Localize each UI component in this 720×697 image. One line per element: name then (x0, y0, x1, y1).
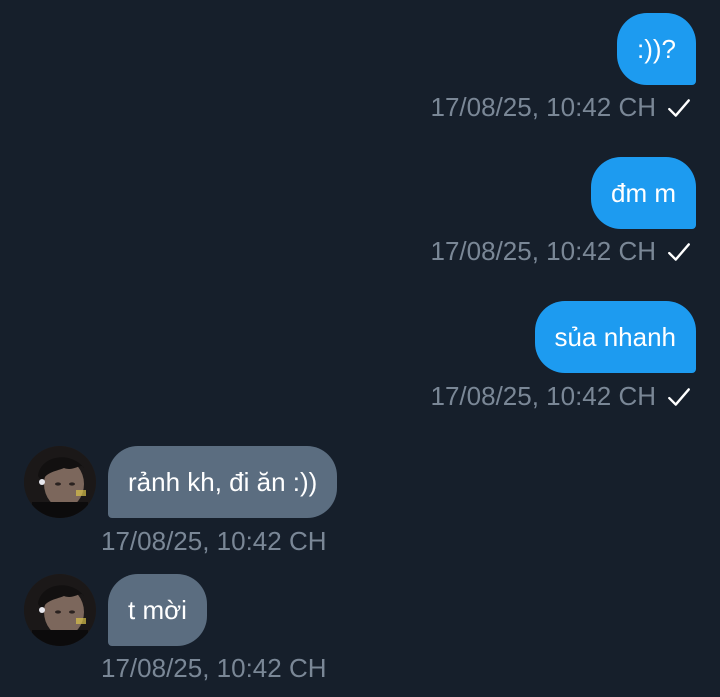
message-text: :))? (637, 33, 676, 64)
avatar-photo (24, 574, 96, 646)
check-icon (668, 242, 690, 261)
message-meta: 17/08/25, 10:42 CH (431, 236, 693, 267)
message-timestamp: 17/08/25, 10:42 CH (430, 381, 657, 411)
message-timestamp: 17/08/25, 10:42 CH (430, 236, 657, 266)
avatar-photo (24, 446, 96, 518)
user-avatar[interactable] (24, 574, 96, 646)
message-thread: :))? 17/08/25, 10:42 CH đm m 17/08/25, 1… (0, 0, 720, 697)
message-text: t mời (128, 594, 187, 625)
message-timestamp: 17/08/25, 10:42 CH (430, 92, 657, 122)
message-text: rảnh kh, đi ăn :)) (128, 466, 318, 497)
message-bubble-outgoing[interactable]: sủa nhanh (534, 301, 696, 373)
message-bubble-outgoing[interactable]: :))? (617, 13, 696, 85)
user-avatar[interactable] (24, 446, 96, 518)
message-bubble-outgoing[interactable]: đm m (591, 157, 696, 229)
message-bubble-incoming[interactable]: rảnh kh, đi ăn :)) (108, 446, 338, 518)
message-text: sủa nhanh (554, 321, 676, 352)
check-icon (668, 98, 690, 117)
message-timestamp: 17/08/25, 10:42 CH (101, 526, 327, 556)
message-meta: 17/08/25, 10:42 CH (431, 92, 693, 123)
message-bubble-incoming[interactable]: t mời (108, 574, 207, 646)
message-meta: 17/08/25, 10:42 CH (101, 653, 327, 684)
message-meta: 17/08/25, 10:42 CH (101, 526, 327, 557)
message-text: đm m (611, 177, 676, 208)
check-icon (668, 387, 690, 406)
message-timestamp: 17/08/25, 10:42 CH (101, 653, 327, 683)
message-meta: 17/08/25, 10:42 CH (431, 381, 693, 412)
